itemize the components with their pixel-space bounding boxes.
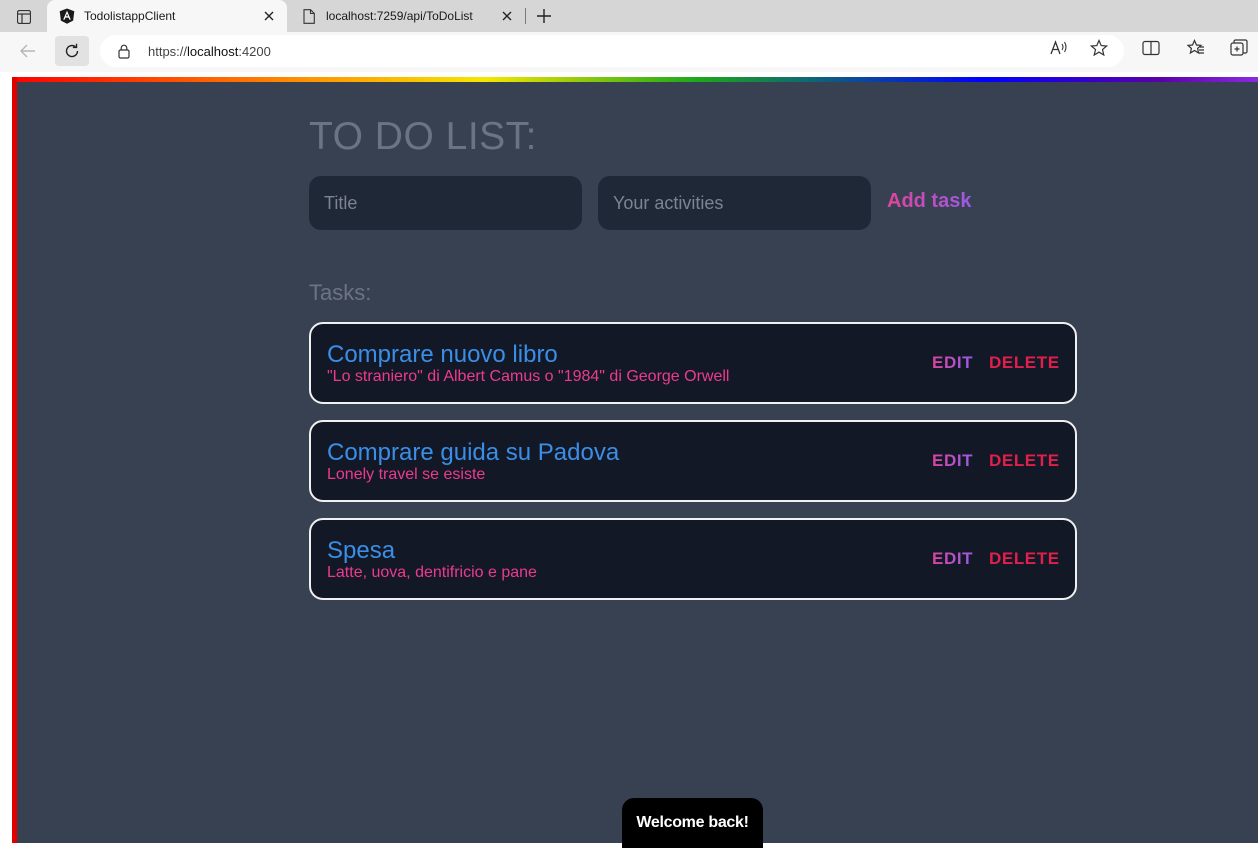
collections-icon[interactable] <box>1230 39 1248 57</box>
todo-app: TO DO LIST: Add task Tasks: Comprare nuo… <box>17 82 1258 848</box>
edit-task-button[interactable]: EDIT <box>932 451 973 471</box>
lock-icon <box>118 43 132 59</box>
task-title: Spesa <box>327 537 396 564</box>
web-page: TO DO LIST: Add task Tasks: Comprare nuo… <box>12 77 1258 848</box>
title-input[interactable] <box>309 176 582 230</box>
browser-tab-bar: TodolistappClient localhost:7259/api/ToD… <box>0 0 1258 32</box>
tab-title: localhost:7259/api/ToDoList <box>326 9 473 23</box>
close-tab-icon[interactable] <box>499 8 515 24</box>
toast-notification: Welcome back! <box>622 798 763 848</box>
page-icon <box>301 8 317 24</box>
task-description: Latte, uova, dentifricio e pane <box>327 564 537 581</box>
angular-logo-icon <box>59 8 75 24</box>
tab-separator <box>525 8 526 24</box>
close-tab-icon[interactable] <box>261 8 277 24</box>
refresh-button[interactable] <box>55 36 89 66</box>
delete-task-button[interactable]: DELETE <box>989 549 1060 569</box>
plus-icon <box>537 9 551 23</box>
refresh-icon <box>65 43 79 58</box>
delete-task-button[interactable]: DELETE <box>989 451 1060 471</box>
url-text: https://localhost:4200 <box>148 43 271 59</box>
tab-api-todolist[interactable]: localhost:7259/api/ToDoList <box>289 0 525 32</box>
task-description: Lonely travel se esiste <box>327 466 486 483</box>
favorites-icon[interactable] <box>1187 39 1205 57</box>
read-aloud-icon[interactable] <box>1050 39 1068 57</box>
favorite-star-icon[interactable] <box>1090 39 1108 57</box>
tab-title: TodolistappClient <box>84 9 176 23</box>
tab-actions-icon <box>17 10 31 24</box>
task-description: "Lo straniero" di Albert Camus o "1984" … <box>327 368 730 385</box>
back-button[interactable] <box>11 36 45 66</box>
tab-actions-button[interactable] <box>10 7 38 27</box>
task-title: Comprare nuovo libro <box>327 341 558 368</box>
task-title: Comprare guida su Padova <box>327 439 620 466</box>
tab-todolistapp-client[interactable]: TodolistappClient <box>47 0 287 32</box>
browser-toolbar: https://localhost:4200 <box>0 32 1258 72</box>
task-card: Spesa Latte, uova, dentifricio e pane ED… <box>309 518 1077 600</box>
tasks-heading: Tasks: <box>309 280 372 305</box>
activities-input[interactable] <box>598 176 871 230</box>
back-arrow-icon <box>20 44 35 58</box>
edit-task-button[interactable]: EDIT <box>932 353 973 373</box>
delete-task-button[interactable]: DELETE <box>989 353 1060 373</box>
task-card: Comprare nuovo libro "Lo straniero" di A… <box>309 322 1077 404</box>
edit-task-button[interactable]: EDIT <box>932 549 973 569</box>
page-title: TO DO LIST: <box>309 115 537 158</box>
add-task-button[interactable]: Add task <box>887 190 971 213</box>
new-tab-button[interactable] <box>534 6 554 26</box>
split-screen-icon[interactable] <box>1142 39 1160 57</box>
task-card: Comprare guida su Padova Lonely travel s… <box>309 420 1077 502</box>
address-bar[interactable]: https://localhost:4200 <box>100 35 1124 67</box>
